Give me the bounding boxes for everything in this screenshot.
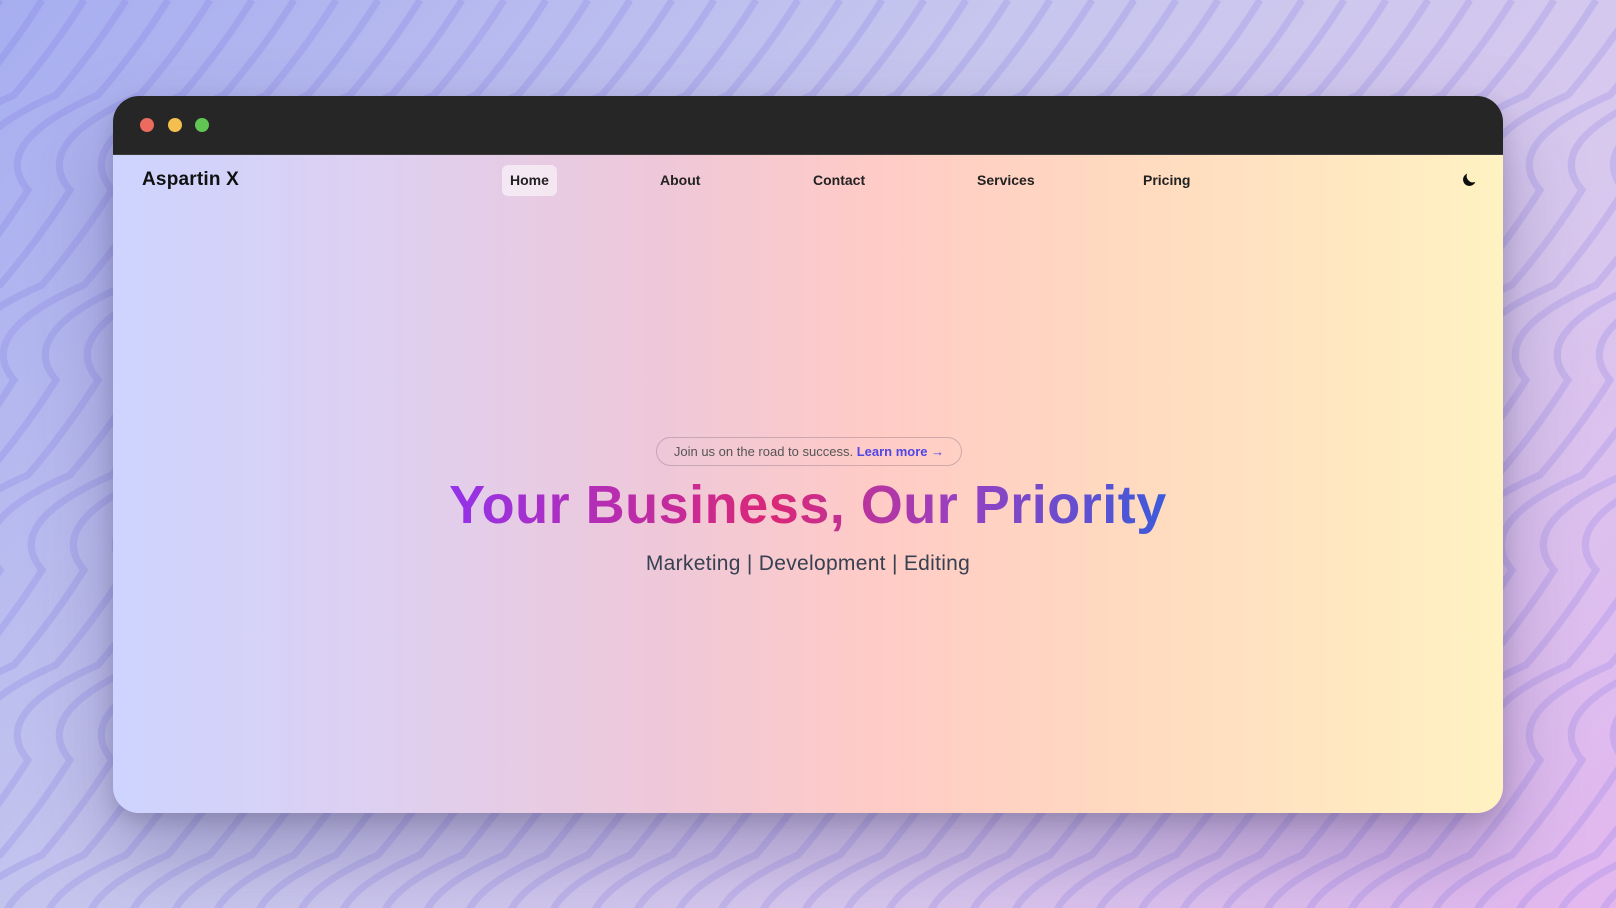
hero-headline-text: Your Business, Our Priority [449,475,1167,535]
nav-item-about[interactable]: About [652,165,708,196]
hero-tagline: Marketing | Development | Editing [645,552,971,575]
minimize-window-button[interactable] [168,118,182,132]
close-window-button[interactable] [140,118,154,132]
nav-item-contact[interactable]: Contact [805,165,873,196]
window-titlebar [113,96,1503,155]
announcement-text: Join us on the road to success. [673,444,854,459]
browser-window: Aspartin X Home About Contact Services P… [113,96,1503,813]
brand-logo[interactable]: Aspartin X [142,169,239,191]
announcement-pill: Join us on the road to success. Learn mo… [656,437,962,466]
nav-item-pricing[interactable]: Pricing [1135,165,1198,196]
hero-headline: Your Business, Our Priority [113,473,1503,537]
landing-page: Aspartin X Home About Contact Services P… [113,155,1503,813]
nav-item-services[interactable]: Services [969,165,1043,196]
nav-item-home[interactable]: Home [502,165,557,196]
moon-icon[interactable] [1460,171,1478,189]
maximize-window-button[interactable] [195,118,209,132]
learn-more-link[interactable]: Learn more → [857,444,944,459]
